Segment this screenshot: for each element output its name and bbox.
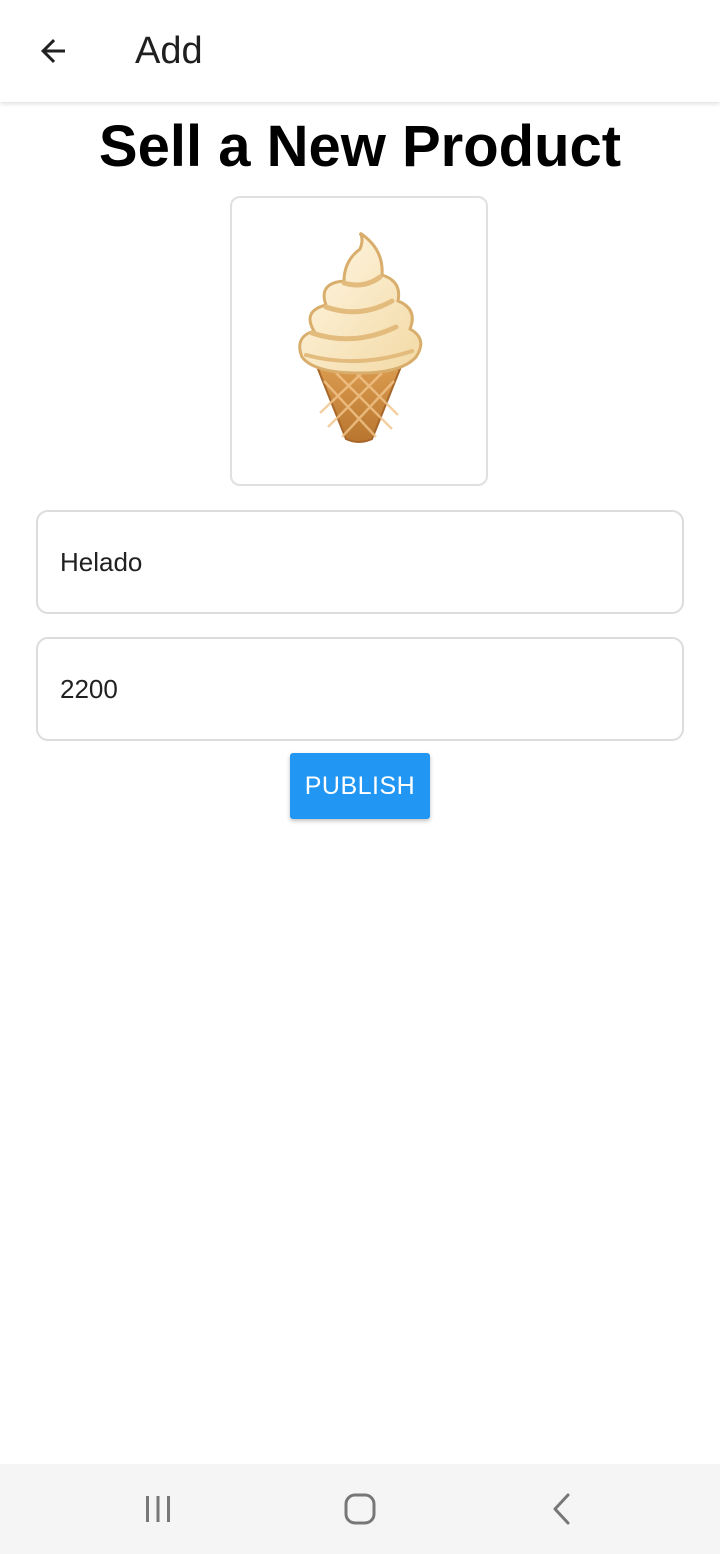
product-name-input[interactable]: [36, 510, 684, 614]
home-icon: [344, 1493, 376, 1525]
back-button[interactable]: [28, 26, 78, 76]
recents-icon: [146, 1496, 170, 1522]
arrow-left-icon: [41, 39, 65, 63]
home-button[interactable]: [330, 1484, 390, 1534]
product-image-picker[interactable]: [230, 196, 488, 486]
soft-ice-cream-icon: [298, 231, 423, 443]
publish-button[interactable]: PUBLISH: [290, 753, 430, 819]
system-back-button[interactable]: [532, 1484, 592, 1534]
recents-button[interactable]: [128, 1484, 188, 1534]
app-bar-title: Add: [135, 30, 203, 72]
app-bar: Add: [0, 0, 720, 102]
back-chevron-icon: [553, 1493, 570, 1525]
product-price-input[interactable]: [36, 637, 684, 741]
system-nav-bar: [0, 1464, 720, 1554]
page-title: Sell a New Product: [98, 114, 622, 179]
app-screen: Add Sell a New Product P: [0, 0, 720, 1554]
